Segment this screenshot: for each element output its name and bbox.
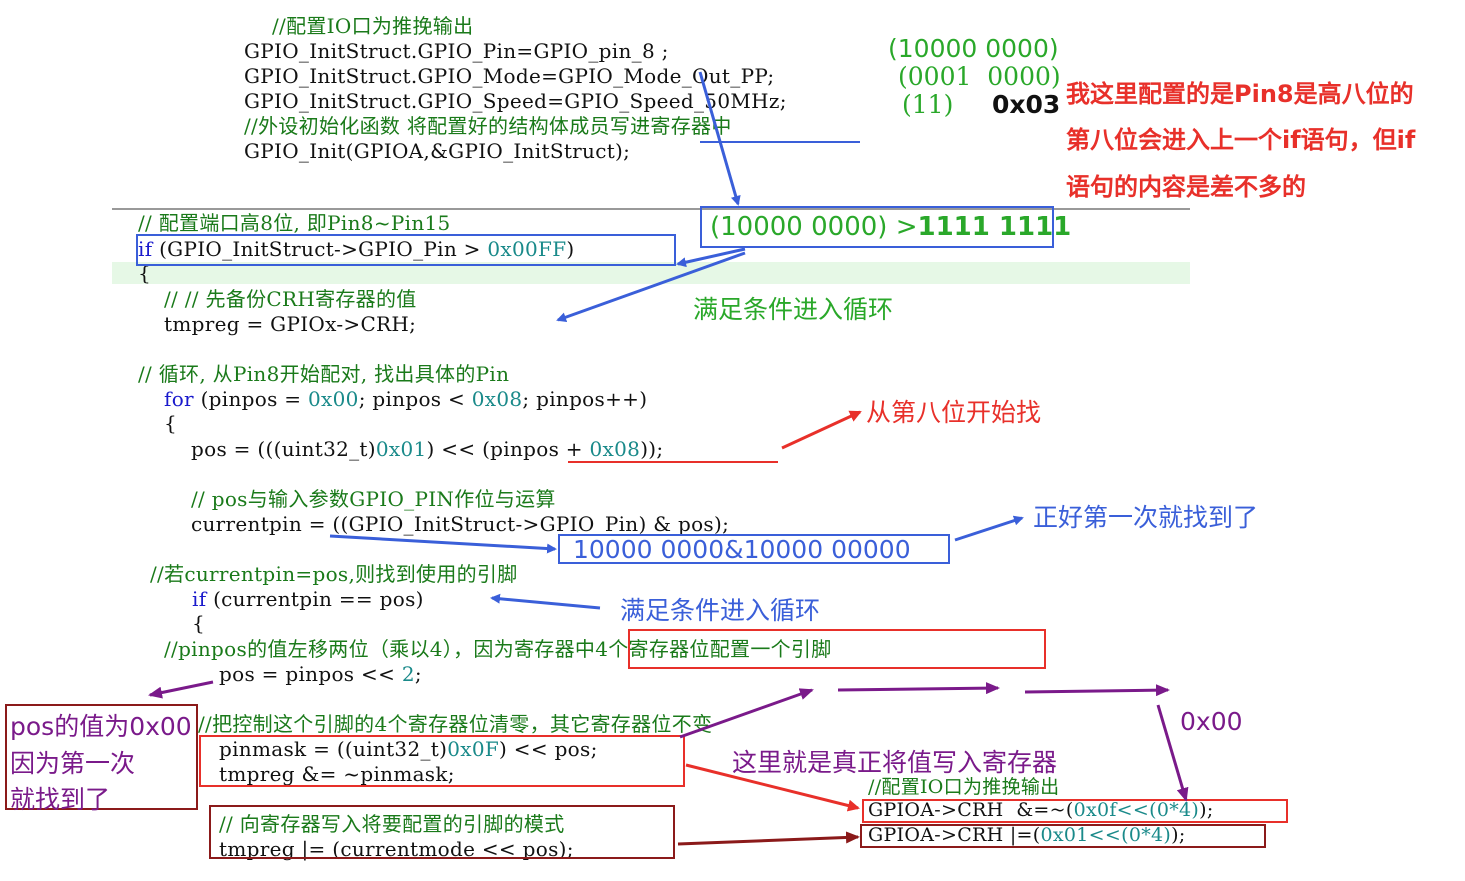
arrow-enter-loop-2 — [490, 593, 601, 610]
arrow-found-first — [954, 515, 1024, 542]
arrow-start-eighth — [781, 410, 862, 450]
arrow-pinmask-to-crh — [685, 763, 860, 812]
annotation-arrows — [148, 71, 1189, 846]
arrow-write-to-crh — [677, 831, 860, 846]
arrow-pos-chain-1 — [679, 688, 814, 739]
arrow-pos-value — [148, 680, 214, 699]
arrow-pos-chain-2 — [837, 682, 1000, 695]
arrow-pos-chain-4 — [1156, 704, 1189, 802]
arrow-pin8-to-compare — [698, 71, 741, 206]
arrow-currentpin-to-result — [329, 534, 557, 554]
arrow-to-tmpreg — [556, 251, 746, 323]
arrow-pos-chain-3 — [1024, 684, 1170, 697]
